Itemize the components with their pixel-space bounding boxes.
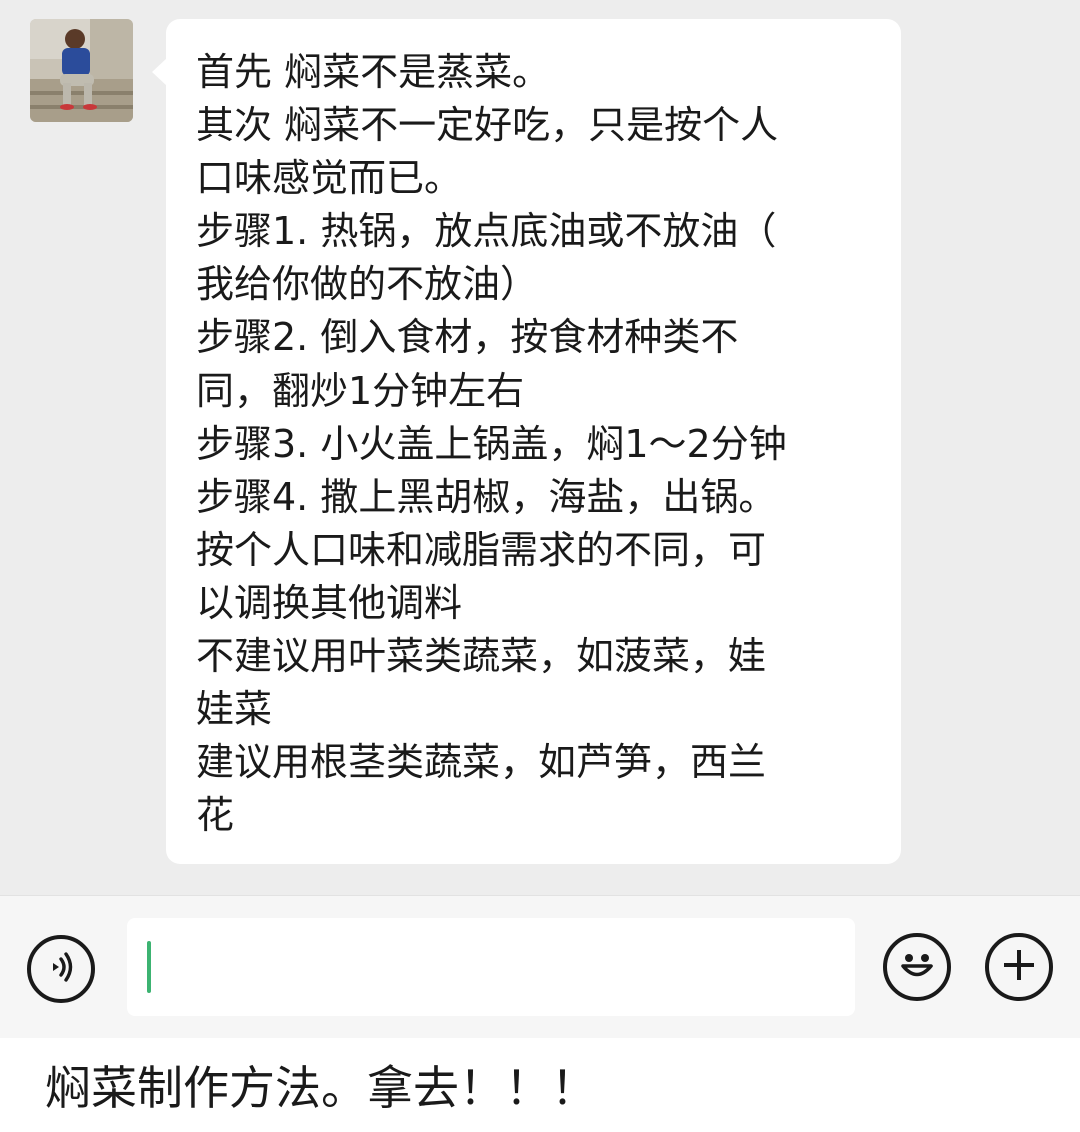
message-line: 以调换其他调料 — [196, 580, 463, 625]
input-bar — [0, 895, 1080, 1038]
message-line: 按个人口味和减脂需求的不同，可 — [196, 527, 767, 572]
chat-area[interactable]: 首先 焖菜不是蒸菜。 其次 焖菜不一定好吃，只是按个人 口味感觉而已。 步骤1.… — [0, 0, 1080, 895]
message-line: 花 — [196, 793, 235, 838]
message-line: 不建议用叶菜类蔬菜，如菠菜，娃 — [196, 634, 767, 679]
avatar[interactable] — [30, 19, 133, 122]
voice-icon — [41, 947, 81, 991]
plus-button[interactable] — [985, 933, 1053, 1001]
message-input[interactable] — [127, 918, 855, 1016]
message-line: 步骤2. 倒入食材，按食材种类不 — [196, 315, 739, 360]
message-line: 步骤3. 小火盖上锅盖，焖1～2分钟 — [196, 421, 787, 466]
message-line: 首先 焖菜不是蒸菜。 — [196, 50, 551, 94]
message-line: 步骤4. 撒上黑胡椒，海盐，出锅。 — [196, 474, 777, 519]
text-cursor — [147, 941, 151, 993]
message-line: 建议用根茎类蔬菜，如芦笋，西兰 — [196, 740, 767, 785]
message-text: 首先 焖菜不是蒸菜。 其次 焖菜不一定好吃，只是按个人 口味感觉而已。 步骤1.… — [196, 46, 886, 842]
chat-screen: 首先 焖菜不是蒸菜。 其次 焖菜不一定好吃，只是按个人 口味感觉而已。 步骤1.… — [0, 0, 1080, 1132]
message-line: 口味感觉而已。 — [196, 156, 463, 201]
message-line: 同，翻炒1分钟左右 — [196, 368, 525, 413]
message-line: 我给你做的不放油） — [196, 262, 539, 307]
voice-button[interactable] — [27, 935, 95, 1003]
plus-icon — [999, 945, 1039, 989]
caption-area: 焖菜制作方法。拿去！！！ — [0, 1038, 1080, 1132]
message-line: 其次 焖菜不一定好吃，只是按个人 — [196, 103, 779, 148]
smiley-icon — [893, 941, 941, 993]
message-line: 步骤1. 热锅，放点底油或不放油（ — [196, 209, 777, 254]
caption-text: 焖菜制作方法。拿去！！！ — [45, 1061, 597, 1115]
emoji-button[interactable] — [883, 933, 951, 1001]
bubble-tail — [152, 58, 167, 86]
message-line: 娃菜 — [196, 687, 273, 732]
